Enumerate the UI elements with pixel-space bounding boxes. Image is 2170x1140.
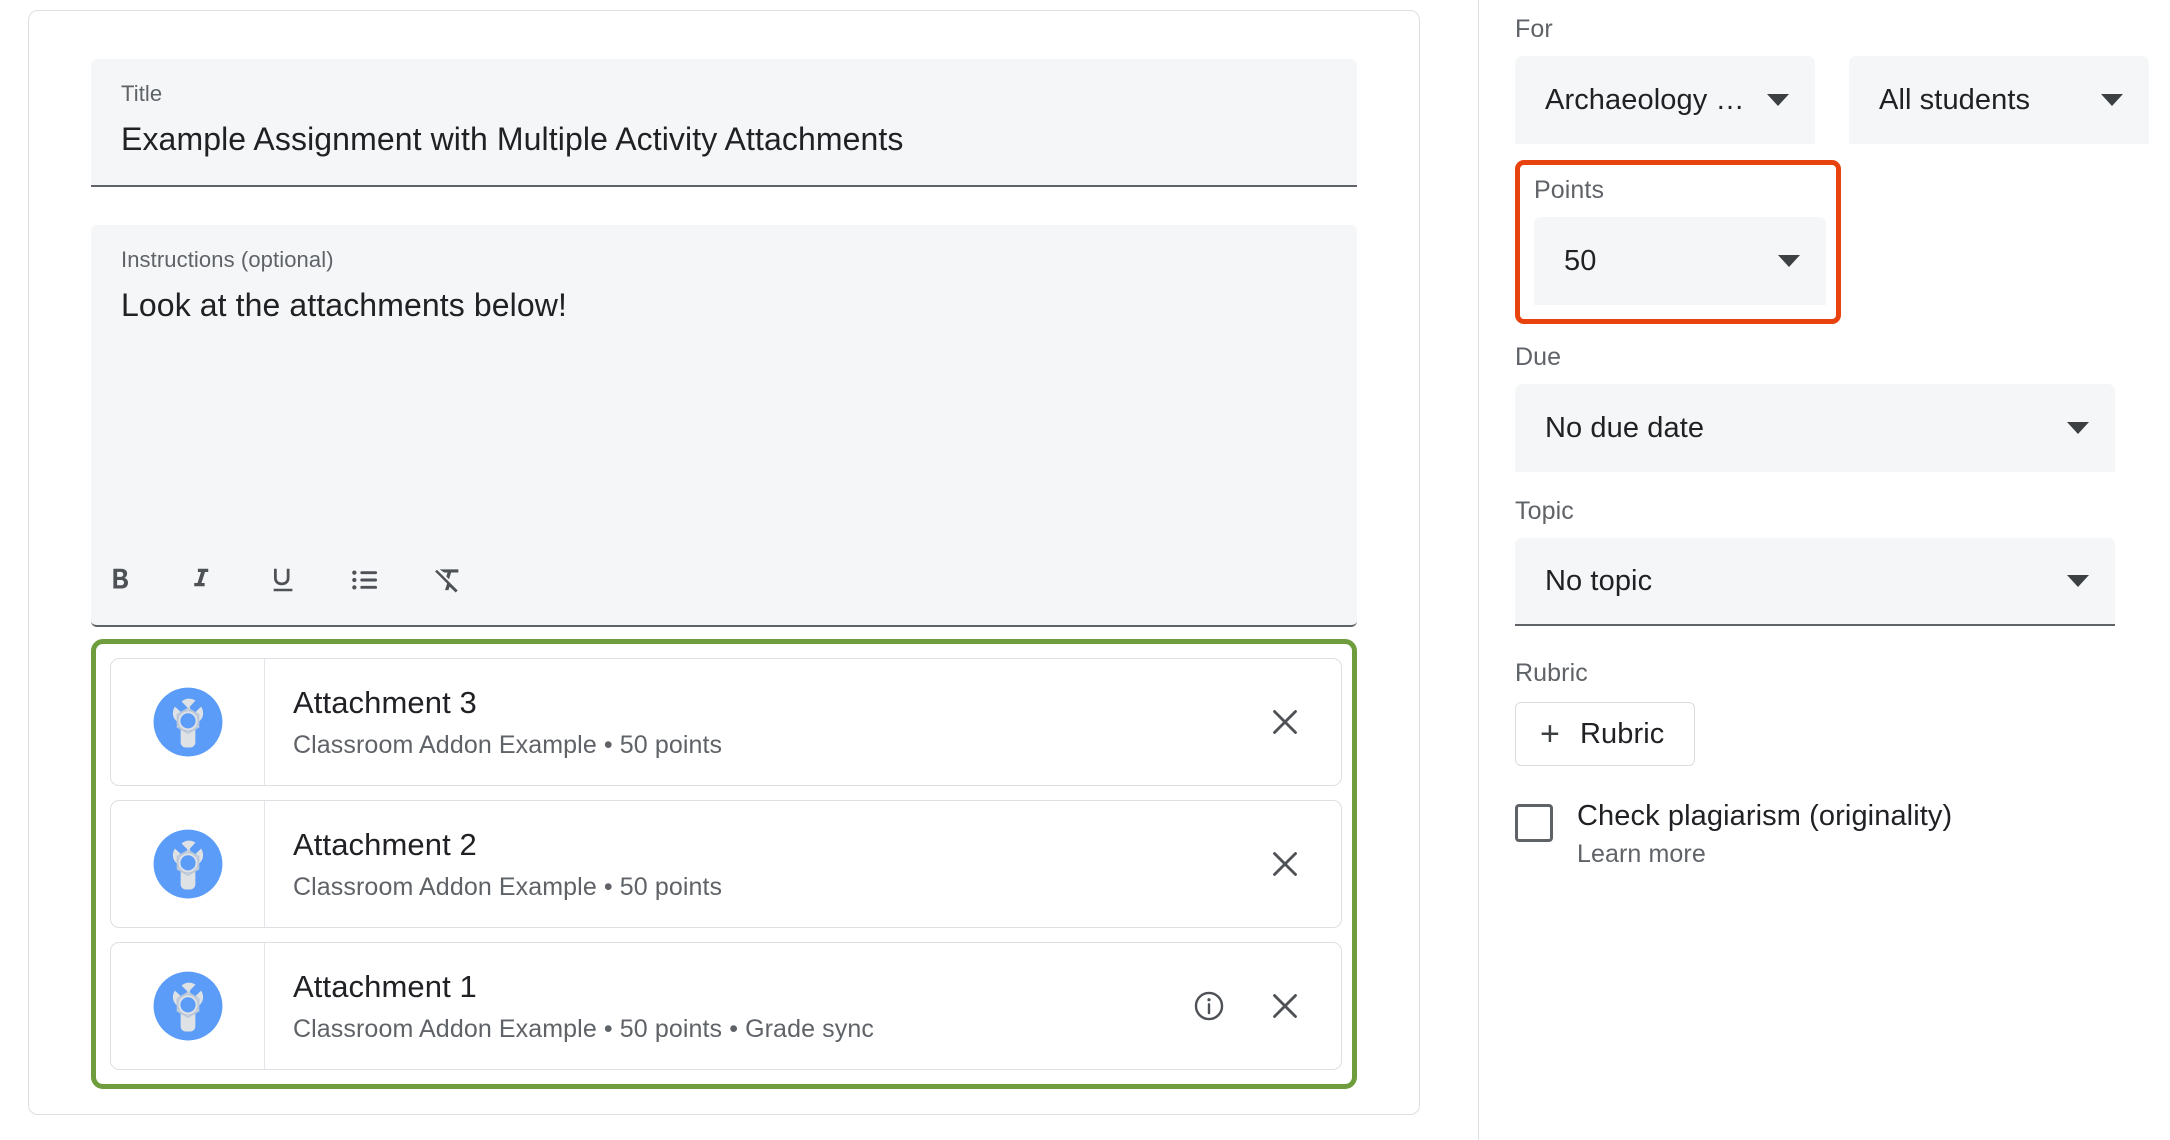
points-highlight-box: Points 50 xyxy=(1515,160,1841,324)
attachment-title: Attachment 1 xyxy=(293,968,477,1004)
attachment-body: Attachment 1 Classroom Addon Example • 5… xyxy=(265,943,1187,1069)
plagiarism-text: Check plagiarism (originality) Learn mor… xyxy=(1577,800,1952,869)
due-section: Due No due date xyxy=(1515,342,2115,472)
attachment-icon-cell xyxy=(111,801,265,927)
topic-select[interactable]: No topic xyxy=(1515,538,2115,626)
title-field[interactable]: Title Example Assignment with Multiple A… xyxy=(91,59,1357,187)
remove-attachment-icon[interactable] xyxy=(1263,984,1307,1028)
remove-attachment-icon[interactable] xyxy=(1263,842,1307,886)
attachment-title: Attachment 3 xyxy=(293,684,477,720)
add-rubric-button[interactable]: + Rubric xyxy=(1515,702,1696,766)
audience-select[interactable]: All students xyxy=(1849,56,2149,144)
topic-select-value: No topic xyxy=(1545,564,1653,597)
plagiarism-label: Check plagiarism (originality) xyxy=(1577,800,1953,832)
rubric-label: Rubric xyxy=(1515,659,1588,687)
attachment-row[interactable]: Attachment 3 Classroom Addon Example • 5… xyxy=(110,658,1342,786)
classroom-addon-icon xyxy=(153,687,222,757)
course-select-value: Archaeology … xyxy=(1545,83,1745,116)
underline-icon[interactable] xyxy=(261,558,305,602)
add-rubric-button-label: Rubric xyxy=(1579,717,1665,750)
attachment-subtitle: Classroom Addon Example • 50 points • Gr… xyxy=(293,1015,874,1044)
clear-formatting-icon[interactable] xyxy=(425,558,469,602)
audience-select-wrapper: All students xyxy=(1849,56,2149,144)
assignment-settings-pane: For Archaeology … All students Points 50… xyxy=(1479,0,2170,1140)
title-input[interactable]: Example Assignment with Multiple Activit… xyxy=(121,117,1327,162)
formatting-toolbar xyxy=(91,535,1357,627)
attachment-icon-cell xyxy=(111,659,265,785)
attachment-body: Attachment 2 Classroom Addon Example • 5… xyxy=(265,801,1263,927)
course-select-wrapper: Archaeology … xyxy=(1515,56,1815,144)
classroom-addon-icon xyxy=(153,829,222,899)
attachment-actions xyxy=(1187,943,1341,1069)
course-select[interactable]: Archaeology … xyxy=(1515,56,1815,144)
instructions-input[interactable]: Look at the attachments below! xyxy=(121,283,1327,328)
due-label: Due xyxy=(1515,343,1562,371)
attachment-subtitle: Classroom Addon Example • 50 points xyxy=(293,873,723,902)
chevron-down-icon xyxy=(2067,422,2089,434)
classroom-addon-icon xyxy=(153,971,222,1041)
assignment-card: Title Example Assignment with Multiple A… xyxy=(28,10,1420,1115)
attachment-title: Attachment 2 xyxy=(293,826,477,862)
attachments-highlight-box: Attachment 3 Classroom Addon Example • 5… xyxy=(91,639,1357,1089)
for-row: Archaeology … All students xyxy=(1515,56,2170,144)
topic-section: Topic No topic xyxy=(1515,496,2115,626)
assignment-left-pane: Title Example Assignment with Multiple A… xyxy=(0,0,1478,1140)
attachment-row[interactable]: Attachment 1 Classroom Addon Example • 5… xyxy=(110,942,1342,1070)
instructions-field[interactable]: Instructions (optional) Look at the atta… xyxy=(91,225,1357,535)
chevron-down-icon xyxy=(2101,94,2123,106)
bold-icon[interactable] xyxy=(97,558,141,602)
attachment-subtitle: Classroom Addon Example • 50 points xyxy=(293,731,723,760)
instructions-field-label: Instructions (optional) xyxy=(121,247,334,272)
plagiarism-section: Check plagiarism (originality) Learn mor… xyxy=(1515,800,2170,869)
attachment-row[interactable]: Attachment 2 Classroom Addon Example • 5… xyxy=(110,800,1342,928)
due-select-value: No due date xyxy=(1545,411,1705,444)
due-select[interactable]: No due date xyxy=(1515,384,2115,472)
plus-icon: + xyxy=(1540,715,1560,753)
remove-attachment-icon[interactable] xyxy=(1263,700,1307,744)
plagiarism-learn-more-link[interactable]: Learn more xyxy=(1577,840,1952,869)
info-icon[interactable] xyxy=(1187,984,1231,1028)
chevron-down-icon xyxy=(2067,575,2089,587)
points-label: Points xyxy=(1534,176,1605,204)
plagiarism-checkbox[interactable] xyxy=(1515,804,1553,842)
attachment-body: Attachment 3 Classroom Addon Example • 5… xyxy=(265,659,1263,785)
for-section: For Archaeology … All students xyxy=(1515,14,2170,144)
audience-select-value: All students xyxy=(1879,83,2031,116)
points-select[interactable]: 50 xyxy=(1534,217,1826,305)
chevron-down-icon xyxy=(1778,255,1800,267)
chevron-down-icon xyxy=(1767,94,1789,106)
topic-label: Topic xyxy=(1515,497,1574,525)
assignment-editor-screen: Title Example Assignment with Multiple A… xyxy=(0,0,2170,1140)
for-label: For xyxy=(1515,15,1553,43)
attachment-icon-cell xyxy=(111,943,265,1069)
attachment-actions xyxy=(1263,659,1341,785)
rubric-section: Rubric + Rubric xyxy=(1515,658,2170,766)
title-field-label: Title xyxy=(121,81,163,106)
points-select-value: 50 xyxy=(1564,244,1597,277)
bulleted-list-icon[interactable] xyxy=(343,558,387,602)
italic-icon[interactable] xyxy=(179,558,223,602)
attachment-actions xyxy=(1263,801,1341,927)
